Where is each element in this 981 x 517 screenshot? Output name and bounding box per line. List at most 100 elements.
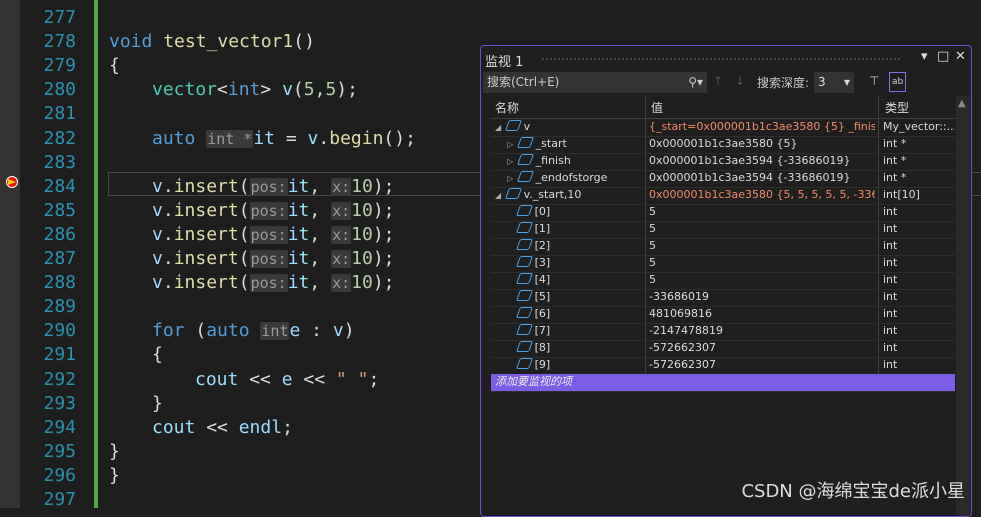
code-token: << — [238, 368, 282, 390]
watch-name: v._start,10 — [523, 188, 582, 201]
variable-icon — [516, 222, 534, 233]
code-token: () — [293, 31, 315, 53]
code-token: (); — [383, 127, 416, 149]
code-token: begin — [329, 127, 384, 149]
code-token: ); — [372, 272, 395, 294]
scroll-up-icon[interactable]: ▲ — [958, 98, 966, 109]
column-value[interactable]: 值 — [651, 99, 663, 116]
expand-toggle-icon[interactable] — [507, 344, 512, 353]
code-text: cout << endl; — [152, 416, 293, 440]
watch-row[interactable]: ◢ v {_start=0x000001b1c3ae3580 {5} _finis… — [491, 119, 955, 137]
add-watch-item[interactable]: 添加要监视的项 — [491, 374, 955, 392]
variable-icon — [516, 341, 534, 352]
inlay-hint: pos: — [249, 177, 288, 196]
watch-type: int — [883, 273, 898, 286]
watch-type: My_vector::... — [883, 120, 955, 133]
watch-row[interactable]: ◢ v._start,10 0x000001b1c3ae3580 {5, 5, 5… — [491, 187, 955, 205]
watch-name: [7] — [534, 324, 551, 337]
watch-row[interactable]: [5] -33686019 int — [491, 289, 955, 307]
search-input[interactable]: 搜索(Ctrl+E) ⚲▾ — [483, 72, 707, 93]
line-number: 290 — [43, 320, 76, 342]
expand-toggle-icon[interactable] — [507, 259, 512, 268]
watch-name: [6] — [534, 307, 551, 320]
inlay-hint: x: — [331, 274, 352, 293]
expand-toggle-icon[interactable] — [507, 276, 512, 285]
code-text: } — [152, 392, 163, 416]
watch-row[interactable]: [4] 5 int — [491, 272, 955, 290]
hex-display-icon[interactable]: ab — [889, 72, 907, 92]
watch-row[interactable]: ▷ _endofstorge 0x000001b1c3ae3594 {-33686… — [491, 170, 955, 188]
expand-toggle-icon[interactable] — [507, 293, 512, 302]
expand-toggle-icon[interactable] — [507, 327, 512, 336]
watch-row[interactable]: ▷ _finish 0x000001b1c3ae3594 {-33686019} i… — [491, 153, 955, 171]
watch-row[interactable]: [2] 5 int — [491, 238, 955, 256]
code-token: { — [109, 55, 120, 77]
watch-row[interactable]: [3] 5 int — [491, 255, 955, 273]
expand-toggle-icon[interactable]: ▷ — [507, 174, 513, 183]
dropdown-icon[interactable]: ▾ — [921, 49, 928, 64]
watch-row[interactable]: ▷ _start 0x000001b1c3ae3580 {5} int * — [491, 136, 955, 154]
watch-name: _start — [535, 137, 567, 150]
expand-toggle-icon[interactable] — [507, 208, 512, 217]
inlay-hint: x: — [331, 250, 352, 268]
code-token: insert — [173, 272, 239, 294]
code-token: v — [152, 175, 163, 197]
line-number: 285 — [43, 199, 76, 221]
vertical-scrollbar[interactable]: ▲ — [956, 96, 970, 516]
line-number: 283 — [43, 151, 76, 173]
watch-row[interactable]: [8] -572662307 int — [491, 340, 955, 358]
pin-icon[interactable]: ⊤ — [869, 74, 879, 88]
watch-row[interactable]: [7] -2147478819 int — [491, 323, 955, 341]
expand-toggle-icon[interactable] — [507, 310, 512, 319]
expand-toggle-icon[interactable]: ◢ — [495, 123, 501, 132]
watch-type: int — [883, 222, 898, 235]
code-text: { — [109, 54, 120, 78]
depth-dropdown[interactable]: 3 ▾ — [814, 72, 854, 93]
code-token: , — [309, 175, 332, 197]
code-text: { — [152, 343, 163, 367]
expand-toggle-icon[interactable] — [507, 242, 512, 251]
line-number: 287 — [43, 248, 76, 269]
expand-toggle-icon[interactable] — [507, 361, 512, 370]
line-number: 279 — [43, 55, 76, 77]
code-token: , — [309, 248, 332, 269]
watch-value: -572662307 — [649, 341, 716, 354]
watch-type: int * — [883, 171, 907, 184]
watch-type: int — [883, 341, 898, 354]
column-name[interactable]: 名称 — [495, 99, 519, 116]
code-text: auto int *it = v.begin(); — [152, 127, 416, 151]
code-token: , — [309, 272, 332, 294]
arrow-down-icon[interactable]: ↓ — [735, 74, 745, 88]
watch-value: -2147478819 — [649, 324, 723, 337]
expand-toggle-icon[interactable]: ▷ — [507, 157, 513, 166]
line-number: 297 — [43, 489, 76, 510]
code-token: 10 — [351, 223, 373, 245]
expand-toggle-icon[interactable] — [507, 225, 512, 234]
arrow-up-icon[interactable]: ↑ — [713, 74, 723, 88]
column-type[interactable]: 类型 — [885, 99, 909, 116]
code-token: . — [162, 175, 174, 197]
code-token: ); — [372, 248, 395, 269]
inlay-hint: pos: — [249, 250, 288, 268]
watch-row[interactable]: [0] 5 int — [491, 204, 955, 222]
close-icon[interactable]: ✕ — [955, 49, 966, 64]
expand-toggle-icon[interactable]: ▷ — [507, 140, 513, 149]
code-token: int — [227, 79, 261, 101]
watch-name: [4] — [534, 273, 551, 286]
watch-name: [8] — [534, 341, 551, 354]
maximize-icon[interactable]: □ — [937, 49, 949, 64]
chevron-down-icon: ▾ — [843, 75, 850, 89]
code-token: ); — [372, 175, 395, 197]
code-token: << — [195, 416, 239, 438]
code-line[interactable]: 277 — [0, 6, 981, 30]
line-number: 284 — [43, 175, 76, 197]
expand-toggle-icon[interactable]: ◢ — [495, 191, 501, 200]
variable-icon — [516, 290, 534, 301]
code-text: void test_vector1() — [109, 30, 315, 54]
drag-handle[interactable] — [541, 57, 901, 61]
watch-row[interactable]: [9] -572662307 int — [491, 357, 955, 375]
variable-icon — [516, 324, 534, 335]
code-token: ); — [372, 223, 395, 245]
watch-row[interactable]: [6] 481069816 int — [491, 306, 955, 324]
watch-row[interactable]: [1] 5 int — [491, 221, 955, 239]
